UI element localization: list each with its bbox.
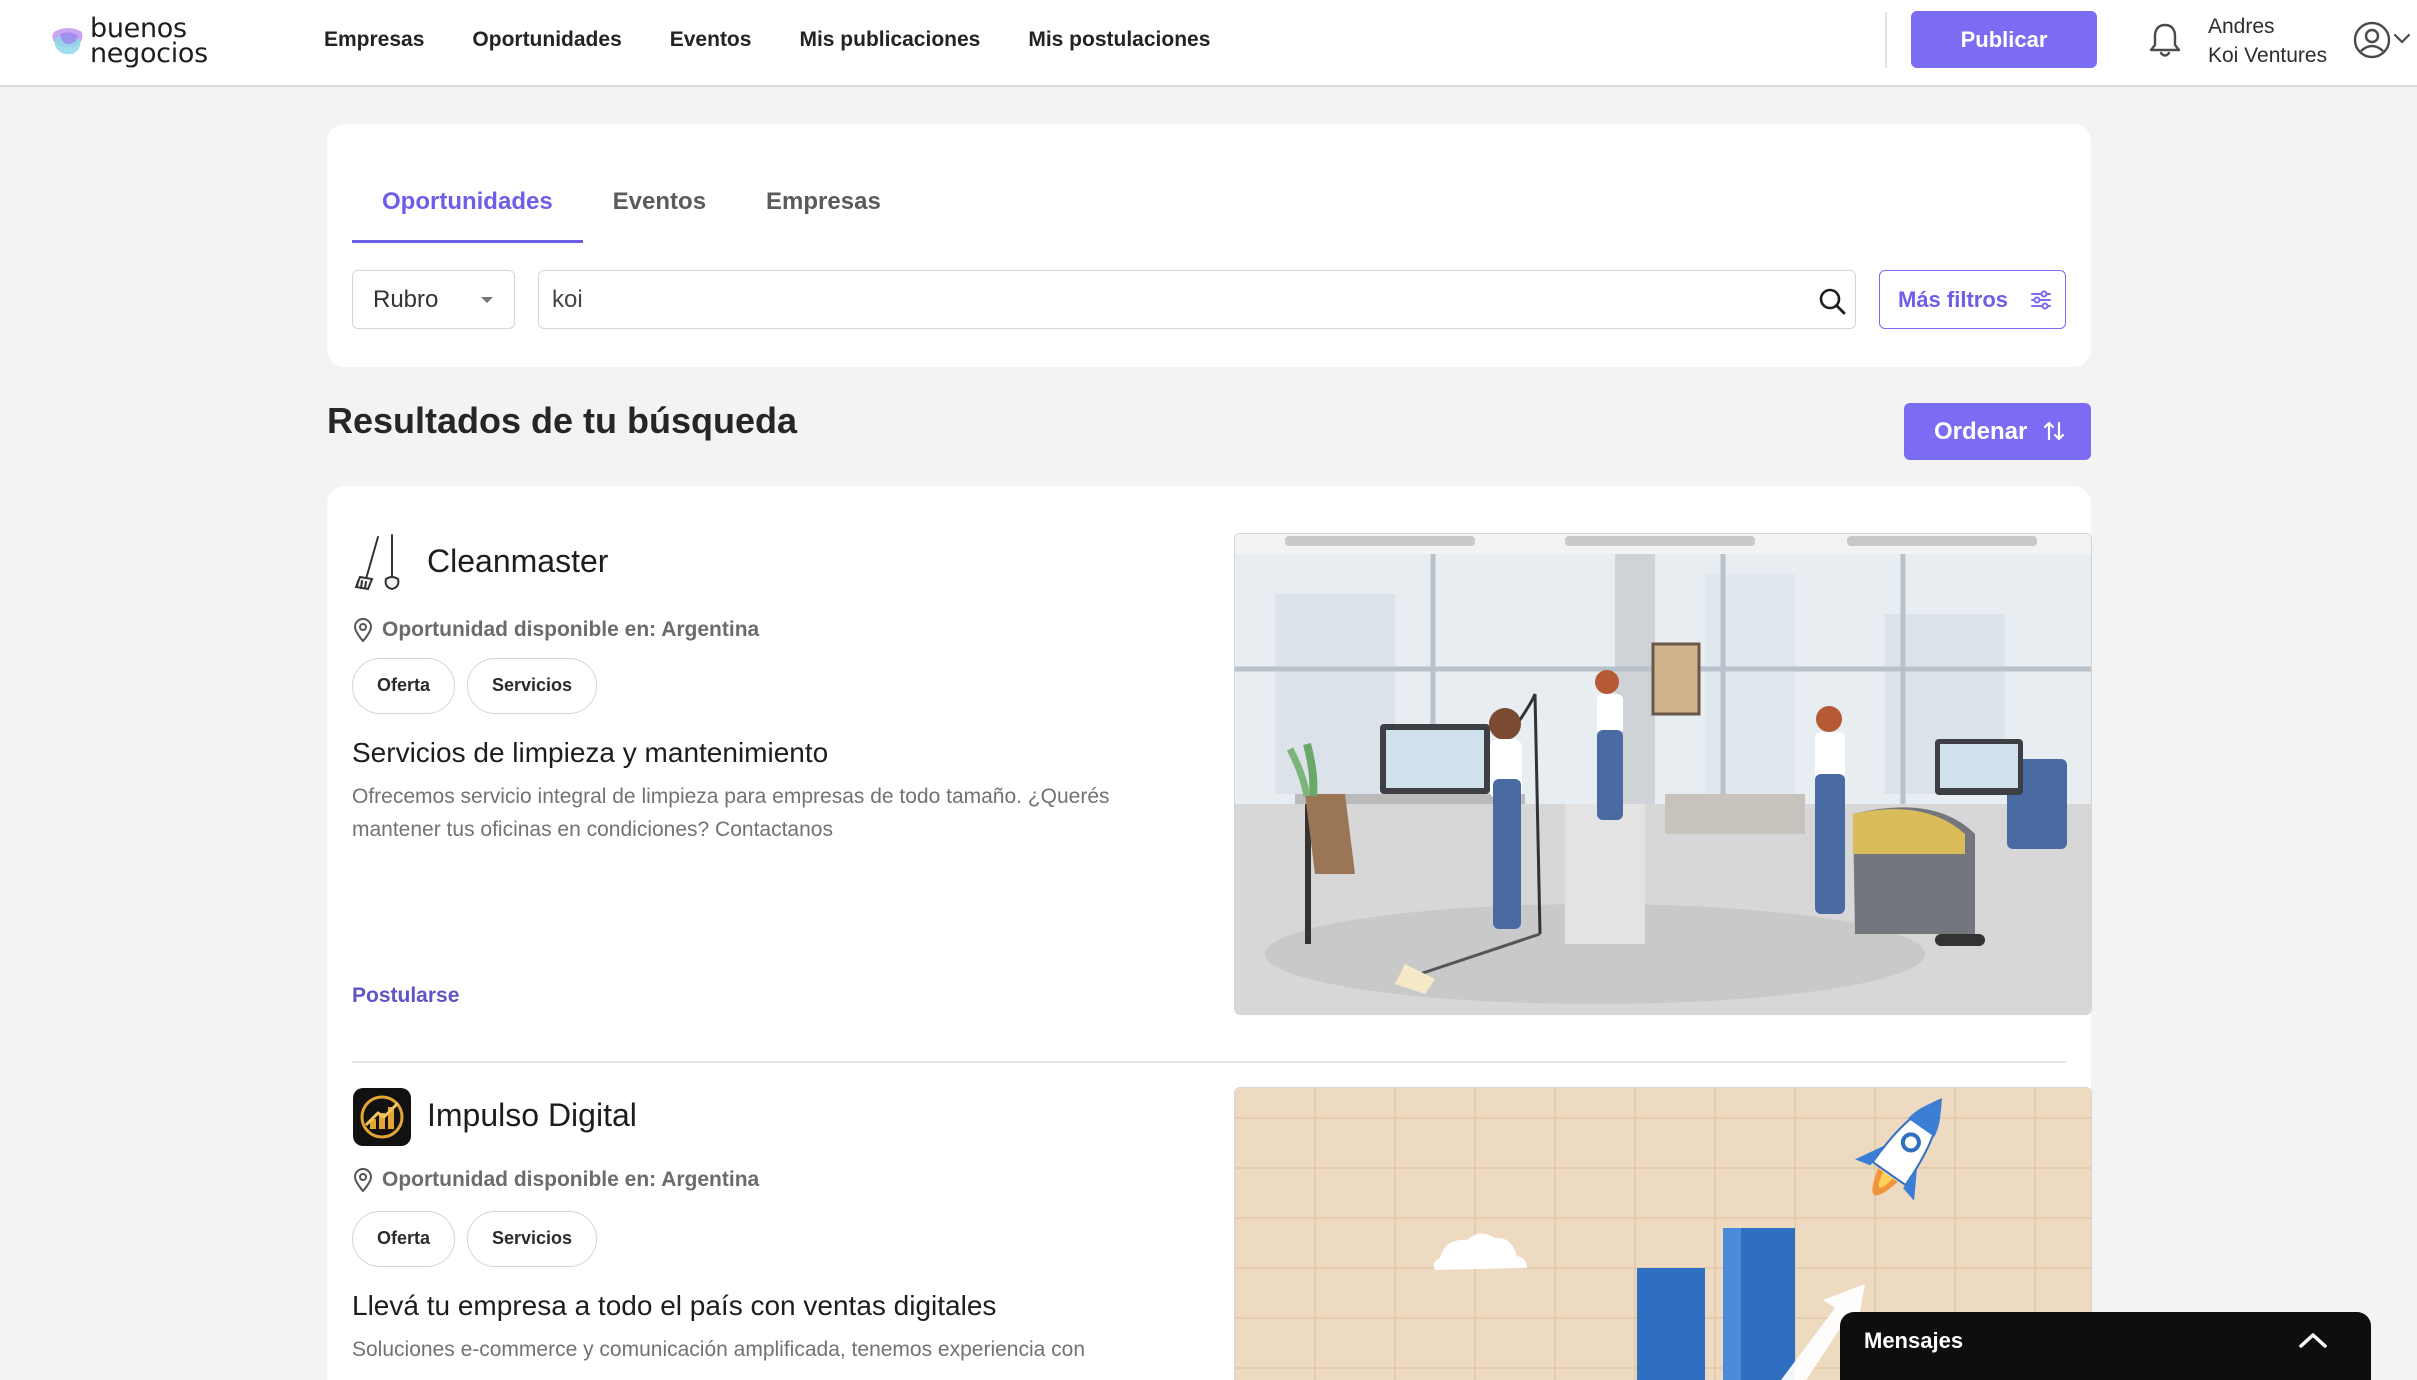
rubro-select[interactable]: Rubro (352, 270, 515, 329)
logo-line-2: negocios (90, 38, 208, 69)
results-list: Cleanmaster Oportunidad disponible en: A… (327, 486, 2092, 1380)
bell-icon[interactable] (2148, 21, 2182, 59)
result-description: Ofrecemos servicio integral de limpieza … (352, 785, 1110, 841)
search-input[interactable] (540, 272, 1790, 327)
search-card: Oportunidades Eventos Empresas Rubro Más… (327, 124, 2091, 367)
caret-down-icon (481, 297, 493, 303)
tab-eventos[interactable]: Eventos (583, 187, 736, 243)
messages-dock[interactable]: Mensajes (1840, 1312, 2371, 1380)
publish-button[interactable]: Publicar (1911, 11, 2097, 68)
chevron-up-icon[interactable] (2298, 1330, 2328, 1350)
brand-logo[interactable]: buenos negocios (50, 14, 220, 72)
rubro-select-label: Rubro (373, 286, 439, 313)
results-title: Resultados de tu búsqueda (327, 400, 798, 441)
user-company: Koi Ventures (2208, 44, 2328, 67)
search-tabs: Oportunidades Eventos Empresas (352, 187, 911, 243)
logo-icon (52, 28, 83, 55)
tab-oportunidades[interactable]: Oportunidades (352, 187, 583, 243)
sort-button-label: Ordenar (1934, 417, 2028, 445)
tab-empresas[interactable]: Empresas (736, 187, 911, 243)
result-item: Impulso Digital Oportunidad disponible e… (352, 1087, 2092, 1380)
tag-oferta[interactable]: Oferta (352, 658, 456, 714)
top-navbar: buenos negocios Empresas Oportunidades E… (0, 0, 2417, 87)
result-item: Cleanmaster Oportunidad disponible en: A… (352, 533, 2092, 1033)
tag-list: Oferta Servicios (352, 658, 609, 714)
more-filters-label: Más filtros (1898, 286, 2009, 312)
tag-servicios[interactable]: Servicios (467, 1211, 598, 1267)
tag-servicios[interactable]: Servicios (467, 658, 598, 714)
main-nav: Empresas Oportunidades Eventos Mis publi… (324, 0, 1258, 80)
search-box (538, 270, 1856, 329)
nav-oportunidades[interactable]: Oportunidades (472, 28, 621, 52)
user-name: Andres (2208, 15, 2275, 38)
search-icon[interactable] (1817, 286, 1847, 316)
nav-mis-postulaciones[interactable]: Mis postulaciones (1028, 28, 1210, 52)
result-title[interactable]: Servicios de limpieza y mantenimiento (352, 737, 828, 769)
result-separator (352, 1061, 2066, 1063)
location-text: Oportunidad disponible en: Argentina (382, 618, 760, 641)
growth-chart-logo-icon (353, 1088, 411, 1146)
location-text: Oportunidad disponible en: Argentina (382, 1168, 760, 1191)
chevron-down-icon[interactable] (2393, 33, 2411, 45)
result-title[interactable]: Llevá tu empresa a todo el país con vent… (352, 1290, 996, 1322)
sort-button[interactable]: Ordenar (1904, 403, 2091, 460)
cleaning-office-illustration (1235, 534, 2091, 1014)
user-circle-icon[interactable] (2352, 20, 2392, 60)
broom-icon (354, 534, 400, 591)
more-filters-button[interactable]: Más filtros (1879, 270, 2066, 329)
location-row: Oportunidad disponible en: Argentina (352, 617, 759, 643)
logo-wordmark: buenos negocios (90, 15, 208, 69)
location-pin-icon (353, 618, 373, 643)
user-info[interactable]: Andres Koi Ventures (2208, 12, 2327, 70)
tag-list: Oferta Servicios (352, 1211, 609, 1267)
tag-oferta[interactable]: Oferta (352, 1211, 456, 1267)
result-image-cleaning[interactable] (1234, 533, 2092, 1015)
apply-link[interactable]: Postularse (352, 984, 459, 1008)
sort-icon (2043, 421, 2065, 441)
messages-label: Mensajes (1864, 1328, 1964, 1353)
sliders-icon (2031, 290, 2051, 310)
company-name[interactable]: Cleanmaster (427, 543, 608, 580)
result-description: Soluciones e-commerce y comunicación amp… (352, 1338, 1086, 1361)
nav-divider (1885, 12, 1887, 68)
company-name[interactable]: Impulso Digital (427, 1097, 637, 1134)
location-row: Oportunidad disponible en: Argentina (352, 1167, 759, 1193)
nav-mis-publicaciones[interactable]: Mis publicaciones (799, 28, 980, 52)
location-pin-icon (353, 1168, 373, 1193)
nav-empresas[interactable]: Empresas (324, 28, 424, 52)
nav-eventos[interactable]: Eventos (670, 28, 752, 52)
